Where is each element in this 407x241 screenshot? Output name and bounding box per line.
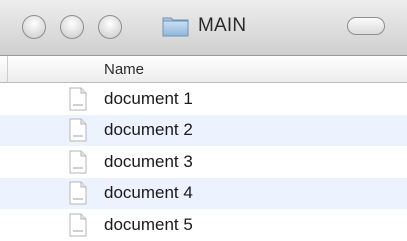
document-icon — [69, 150, 87, 174]
list-item[interactable]: document 2 — [0, 114, 407, 146]
list-item[interactable]: document 4 — [0, 177, 407, 209]
minimize-button[interactable] — [60, 15, 84, 39]
close-button[interactable] — [22, 15, 46, 39]
list-item[interactable]: document 5 — [0, 209, 407, 241]
file-name: document 4 — [104, 183, 193, 203]
file-name: document 3 — [104, 151, 193, 171]
toolbar-toggle-button[interactable] — [347, 17, 385, 35]
document-icon — [69, 87, 87, 111]
file-name: document 5 — [104, 214, 193, 234]
window-title-group: MAIN — [162, 12, 246, 40]
file-name: document 2 — [104, 120, 193, 140]
file-list: document 1 document 2 document 3 documen… — [0, 83, 407, 241]
folder-icon — [162, 17, 189, 37]
column-header-corner — [0, 56, 8, 82]
zoom-button[interactable] — [98, 15, 122, 39]
document-icon — [69, 213, 87, 237]
column-header-name[interactable]: Name — [104, 61, 144, 78]
list-item[interactable]: document 1 — [0, 83, 407, 115]
title-bar[interactable]: MAIN — [0, 0, 407, 56]
document-icon — [69, 181, 87, 205]
document-icon — [69, 118, 87, 142]
window-title: MAIN — [198, 15, 247, 36]
file-name: document 1 — [104, 88, 193, 108]
finder-window: MAIN Name document 1 document 2 document… — [0, 0, 407, 241]
column-header: Name — [0, 56, 407, 83]
list-item[interactable]: document 3 — [0, 146, 407, 178]
